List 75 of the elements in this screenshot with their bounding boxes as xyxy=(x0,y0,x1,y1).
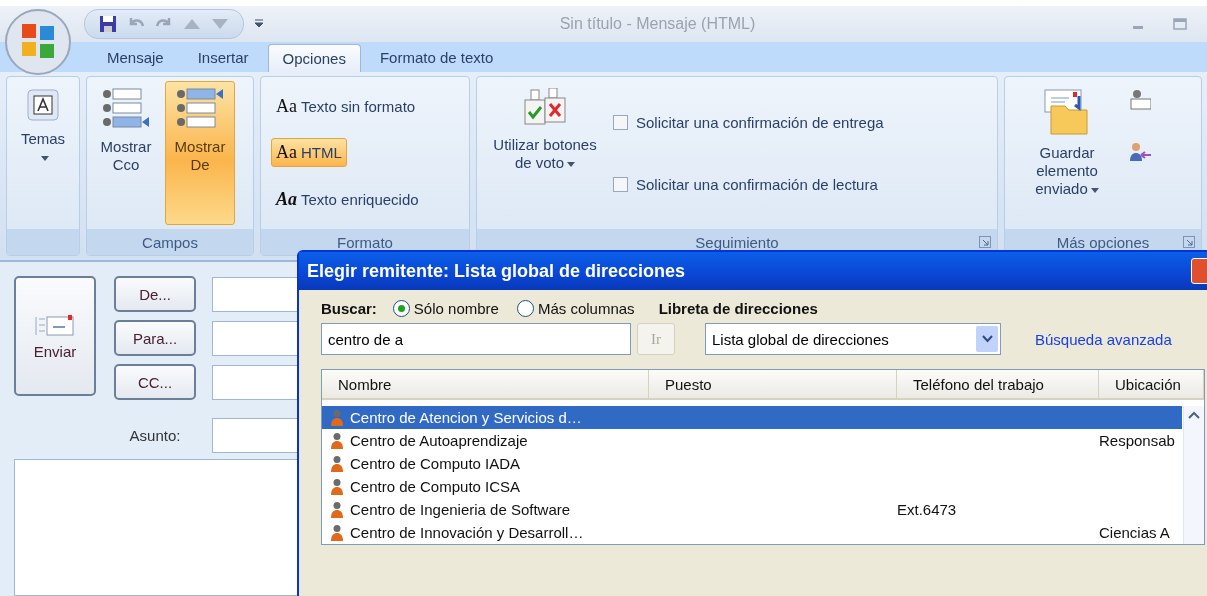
ribbon-tab[interactable]: Insertar xyxy=(182,44,264,72)
address-fields-icon xyxy=(175,88,225,130)
group-label: Más opciones xyxy=(1056,233,1150,251)
column-header[interactable]: Ubicación xyxy=(1099,370,1204,398)
list-row[interactable]: Centro de Atencion y Servicios d… xyxy=(322,406,1182,429)
address-button[interactable]: De... xyxy=(114,276,196,312)
person-icon xyxy=(330,524,344,541)
checkbox-label: Solicitar una confirmación de lectura xyxy=(636,175,878,193)
name-text: Centro de Innovación y Desarroll… xyxy=(350,524,584,541)
ribbon-button[interactable]: Mostrar Cco xyxy=(91,81,161,225)
radio-button[interactable] xyxy=(516,300,534,317)
name-text: Centro de Computo IADA xyxy=(350,455,521,472)
themes-icon xyxy=(26,88,60,122)
address-book-label: Libreta de direcciones xyxy=(658,300,818,317)
ribbon-tab[interactable]: Formato de texto xyxy=(364,44,509,72)
dialog-launcher-icon[interactable] xyxy=(1183,236,1195,248)
radio-label: Sólo nombre xyxy=(413,300,499,317)
address-fields-icon xyxy=(101,88,151,130)
name-text: Centro de Ingenieria de Software xyxy=(350,501,571,518)
group-label: Campos xyxy=(142,233,198,251)
phone-text: Ext.6473 xyxy=(897,501,957,518)
dialog-launcher-icon[interactable] xyxy=(979,236,991,248)
group-label: Seguimiento xyxy=(695,233,779,251)
list-row[interactable]: Centro de Autoaprendizaje Responsab xyxy=(322,429,1182,452)
person-arrow-icon[interactable] xyxy=(1129,141,1151,163)
search-field[interactable]: centro de a xyxy=(321,323,631,355)
save-icon[interactable] xyxy=(99,15,117,33)
ribbon-tab[interactable]: Mensaje xyxy=(92,44,179,72)
envelope-person-icon[interactable] xyxy=(1129,89,1151,111)
checkbox[interactable] xyxy=(613,114,628,130)
column-header[interactable]: Teléfono del trabajo xyxy=(897,370,1099,398)
name-text: Centro de Autoaprendizaje xyxy=(350,432,528,449)
name-text: Centro de Computo ICSA xyxy=(350,478,521,495)
list-row[interactable]: Centro de Computo ICSA xyxy=(322,475,1182,498)
checkbox[interactable] xyxy=(613,176,628,192)
radio-button[interactable] xyxy=(392,300,410,317)
search-label: Buscar: xyxy=(321,300,377,317)
list-row[interactable]: Centro de Innovación y Desarroll… Ciencias A xyxy=(322,521,1182,544)
ribbon-button[interactable]: Utilizar botones de voto xyxy=(481,81,609,225)
checkbox-label: Solicitar una confirmación de entrega xyxy=(636,113,884,131)
address-book-dropdown[interactable]: Lista global de direcciones xyxy=(705,323,1001,355)
location-text: Responsab xyxy=(1099,432,1175,449)
ribbon-button[interactable]: Guardar elemento enviado xyxy=(1009,81,1125,225)
envelope-icon xyxy=(35,312,75,339)
format-option[interactable]: Aa Texto enriquecido xyxy=(271,185,424,215)
ribbon-button[interactable]: Mostrar De xyxy=(165,81,235,225)
ribbon-button[interactable]: Temas xyxy=(11,81,75,225)
list-row[interactable]: Centro de Computo IADA xyxy=(322,452,1182,475)
advanced-search-link[interactable]: Búsqueda avanzada xyxy=(1035,330,1172,348)
ballot-boxes-icon xyxy=(521,88,569,128)
customize-toolbar-icon[interactable] xyxy=(254,19,264,29)
column-header[interactable]: Nombre xyxy=(322,370,649,398)
maximize-icon[interactable] xyxy=(1173,17,1187,31)
person-icon xyxy=(330,455,344,472)
subject-label: Asunto: xyxy=(128,427,182,444)
column-header[interactable]: Puesto xyxy=(649,370,897,398)
ribbon-tab[interactable]: Opciones xyxy=(267,44,361,72)
address-button[interactable]: CC... xyxy=(114,364,196,400)
name-text: Centro de Atencion y Servicios d… xyxy=(350,409,582,426)
format-option[interactable]: Aa HTML xyxy=(271,138,347,168)
format-option[interactable]: Aa Texto sin formato xyxy=(271,91,421,121)
list-row[interactable]: Centro de Ingenieria de Software Ext.6473 xyxy=(322,498,1182,521)
chevron-down-icon xyxy=(981,335,993,343)
location-text: Ciencias A xyxy=(1099,524,1170,541)
address-button[interactable]: Para... xyxy=(114,320,196,356)
window-title: Sin título - Mensaje (HTML) xyxy=(558,15,757,33)
person-icon xyxy=(330,478,344,495)
scrollbar[interactable] xyxy=(1183,406,1204,544)
person-icon xyxy=(330,409,344,426)
dialog-title: Elegir remitente: Lista global de direcciones xyxy=(307,260,686,282)
send-button[interactable]: Enviar xyxy=(14,276,96,396)
person-icon xyxy=(330,432,344,449)
group-label: Formato xyxy=(337,233,393,251)
person-icon xyxy=(330,501,344,518)
radio-label: Más columnas xyxy=(537,300,635,317)
